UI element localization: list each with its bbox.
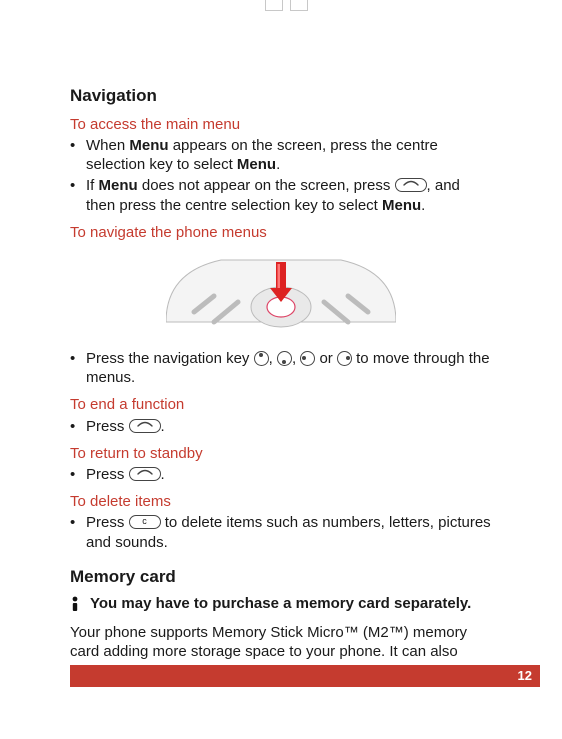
- nav-right-icon: [337, 351, 352, 366]
- crop-mark: [290, 0, 308, 11]
- list-delete-items: Press c to delete items such as numbers,…: [70, 513, 492, 551]
- list-end-function: Press .: [70, 417, 492, 436]
- list-item: When Menu appears on the screen, press t…: [70, 136, 492, 174]
- c-key-icon: c: [129, 515, 161, 529]
- list-item: Press .: [70, 465, 492, 484]
- heading-memory-card: Memory card: [70, 566, 492, 588]
- nav-up-icon: [254, 351, 269, 366]
- text: ,: [269, 350, 277, 367]
- list-item: Press the navigation key , , or to move …: [70, 349, 492, 387]
- subhead-delete-items: To delete items: [70, 492, 492, 511]
- text: When: [86, 137, 129, 154]
- c-key-label: c: [142, 516, 147, 526]
- bold-menu: Menu: [382, 197, 421, 214]
- list-navigate: Press the navigation key , , or to move …: [70, 349, 492, 387]
- text: Press: [86, 514, 129, 531]
- text: If: [86, 177, 99, 194]
- info-icon: [70, 594, 82, 617]
- crop-mark: [265, 0, 283, 11]
- text: Press the navigation key: [86, 350, 254, 367]
- subhead-access-main-menu: To access the main menu: [70, 115, 492, 134]
- nav-down-icon: [277, 351, 292, 366]
- end-call-key-icon: [129, 419, 161, 433]
- list-item: Press c to delete items such as numbers,…: [70, 513, 492, 551]
- bold-menu: Menu: [129, 137, 168, 154]
- bold-menu: Menu: [99, 177, 138, 194]
- subhead-return-standby: To return to standby: [70, 444, 492, 463]
- list-return-standby: Press .: [70, 465, 492, 484]
- text: Press: [86, 418, 129, 435]
- end-call-key-icon: [395, 178, 427, 192]
- heading-navigation: Navigation: [70, 85, 492, 107]
- subhead-navigate-menus: To navigate the phone menus: [70, 223, 492, 242]
- list-access-main: When Menu appears on the screen, press t…: [70, 136, 492, 215]
- nav-left-icon: [300, 351, 315, 366]
- phone-keypad-illustration: [70, 252, 492, 337]
- text: .: [421, 197, 425, 214]
- text: .: [161, 466, 165, 483]
- text: .: [161, 418, 165, 435]
- end-call-key-icon: [129, 467, 161, 481]
- text: does not appear on the screen, press: [138, 177, 395, 194]
- note-memory-card: You may have to purchase a memory card s…: [70, 594, 492, 617]
- text: .: [276, 156, 280, 173]
- page-footer: 12: [70, 665, 540, 687]
- text: Press: [86, 466, 129, 483]
- page-number: 12: [518, 665, 532, 687]
- body-text-memory-card: Your phone supports Memory Stick Micro™ …: [70, 623, 492, 661]
- list-item: Press .: [70, 417, 492, 436]
- page-content: Navigation To access the main menu When …: [70, 85, 492, 639]
- text: ,: [292, 350, 300, 367]
- subhead-end-function: To end a function: [70, 395, 492, 414]
- note-text: You may have to purchase a memory card s…: [90, 594, 471, 613]
- bold-menu: Menu: [237, 156, 276, 173]
- text: or: [315, 350, 337, 367]
- list-item: If Menu does not appear on the screen, p…: [70, 176, 492, 214]
